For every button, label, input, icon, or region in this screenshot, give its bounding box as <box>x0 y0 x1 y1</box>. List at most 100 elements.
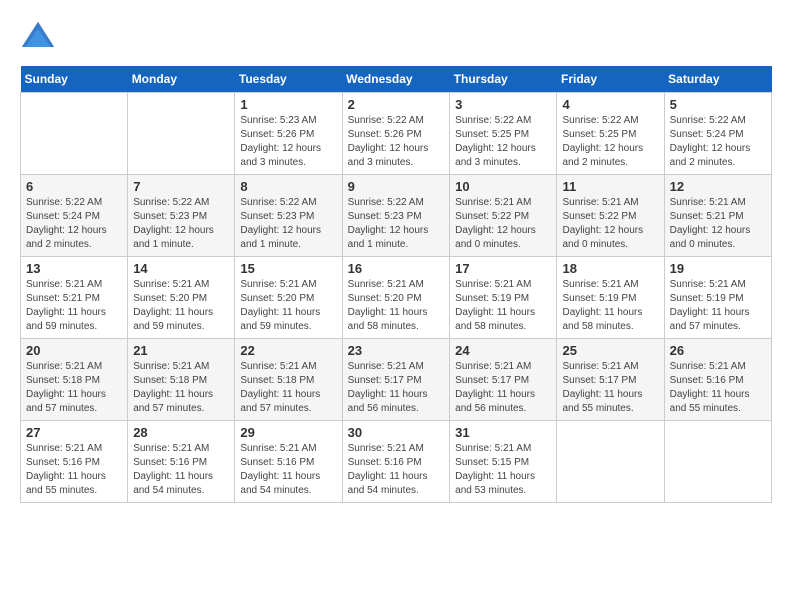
day-info: Sunrise: 5:21 AMSunset: 5:22 PMDaylight:… <box>455 196 551 252</box>
calendar-cell: 10Sunrise: 5:21 AMSunset: 5:22 PMDayligh… <box>450 175 557 257</box>
day-number: 30 <box>348 425 445 440</box>
day-info: Sunrise: 5:22 AMSunset: 5:25 PMDaylight:… <box>562 114 658 170</box>
calendar-cell: 7 Sunrise: 5:22 AMSunset: 5:23 PMDaylight… <box>128 175 235 257</box>
day-number: 25 <box>562 343 658 358</box>
calendar-cell: 13Sunrise: 5:21 AMSunset: 5:21 PMDayligh… <box>21 257 128 339</box>
calendar-table: SundayMondayTuesdayWednesdayThursdayFrid… <box>20 66 772 503</box>
calendar-cell: 21 Sunrise: 5:21 AMSunset: 5:18 PMDayligh… <box>128 339 235 421</box>
day-number: 14 <box>133 261 229 276</box>
day-info: Sunrise: 5:21 AMSunset: 5:18 PMDaylight:… <box>133 360 229 416</box>
day-info: Sunrise: 5:23 AMSunset: 5:26 PMDaylight:… <box>240 114 336 170</box>
calendar-cell <box>128 93 235 175</box>
weekday-header: Wednesday <box>342 66 450 93</box>
day-info: Sunrise: 5:22 AMSunset: 5:23 PMDaylight:… <box>133 196 229 252</box>
calendar-cell: 11Sunrise: 5:21 AMSunset: 5:22 PMDayligh… <box>557 175 664 257</box>
weekday-header: Thursday <box>450 66 557 93</box>
calendar-week-row: 27 Sunrise: 5:21 AMSunset: 5:16 PMDayligh… <box>21 421 772 503</box>
day-info: Sunrise: 5:21 AMSunset: 5:16 PMDaylight:… <box>240 442 336 498</box>
day-info: Sunrise: 5:21 AMSunset: 5:20 PMDaylight:… <box>240 278 336 334</box>
day-info: Sunrise: 5:21 AMSunset: 5:18 PMDaylight:… <box>26 360 122 416</box>
day-number: 22 <box>240 343 336 358</box>
day-number: 28 <box>133 425 229 440</box>
weekday-header-row: SundayMondayTuesdayWednesdayThursdayFrid… <box>21 66 772 93</box>
day-number: 23 <box>348 343 445 358</box>
calendar-cell: 31 Sunrise: 5:21 AMSunset: 5:15 PMDayligh… <box>450 421 557 503</box>
day-number: 2 <box>348 97 445 112</box>
day-number: 15 <box>240 261 336 276</box>
day-number: 31 <box>455 425 551 440</box>
day-number: 5 <box>670 97 766 112</box>
day-info: Sunrise: 5:21 AMSunset: 5:17 PMDaylight:… <box>348 360 445 416</box>
day-info: Sunrise: 5:21 AMSunset: 5:20 PMDaylight:… <box>133 278 229 334</box>
calendar-cell: 8 Sunrise: 5:22 AMSunset: 5:23 PMDaylight… <box>235 175 342 257</box>
day-number: 20 <box>26 343 122 358</box>
calendar-cell: 28 Sunrise: 5:21 AMSunset: 5:16 PMDayligh… <box>128 421 235 503</box>
day-number: 8 <box>240 179 336 194</box>
day-number: 17 <box>455 261 551 276</box>
day-info: Sunrise: 5:21 AMSunset: 5:16 PMDaylight:… <box>26 442 122 498</box>
calendar-cell: 14 Sunrise: 5:21 AMSunset: 5:20 PMDayligh… <box>128 257 235 339</box>
day-info: Sunrise: 5:21 AMSunset: 5:19 PMDaylight:… <box>670 278 766 334</box>
calendar-cell: 3Sunrise: 5:22 AMSunset: 5:25 PMDaylight… <box>450 93 557 175</box>
weekday-header: Monday <box>128 66 235 93</box>
calendar-cell: 9 Sunrise: 5:22 AMSunset: 5:23 PMDaylight… <box>342 175 450 257</box>
day-info: Sunrise: 5:22 AMSunset: 5:25 PMDaylight:… <box>455 114 551 170</box>
calendar-week-row: 20 Sunrise: 5:21 AMSunset: 5:18 PMDayligh… <box>21 339 772 421</box>
day-info: Sunrise: 5:21 AMSunset: 5:16 PMDaylight:… <box>133 442 229 498</box>
weekday-header: Saturday <box>664 66 771 93</box>
day-info: Sunrise: 5:22 AMSunset: 5:23 PMDaylight:… <box>348 196 445 252</box>
calendar-cell: 12Sunrise: 5:21 AMSunset: 5:21 PMDayligh… <box>664 175 771 257</box>
calendar-cell: 24Sunrise: 5:21 AMSunset: 5:17 PMDayligh… <box>450 339 557 421</box>
day-number: 11 <box>562 179 658 194</box>
calendar-cell: 30 Sunrise: 5:21 AMSunset: 5:16 PMDayligh… <box>342 421 450 503</box>
day-number: 16 <box>348 261 445 276</box>
calendar-cell: 4Sunrise: 5:22 AMSunset: 5:25 PMDaylight… <box>557 93 664 175</box>
calendar-cell: 16 Sunrise: 5:21 AMSunset: 5:20 PMDayligh… <box>342 257 450 339</box>
day-info: Sunrise: 5:22 AMSunset: 5:23 PMDaylight:… <box>240 196 336 252</box>
day-info: Sunrise: 5:21 AMSunset: 5:21 PMDaylight:… <box>670 196 766 252</box>
day-number: 21 <box>133 343 229 358</box>
day-number: 29 <box>240 425 336 440</box>
day-info: Sunrise: 5:21 AMSunset: 5:20 PMDaylight:… <box>348 278 445 334</box>
day-info: Sunrise: 5:22 AMSunset: 5:24 PMDaylight:… <box>26 196 122 252</box>
calendar-cell: 25Sunrise: 5:21 AMSunset: 5:17 PMDayligh… <box>557 339 664 421</box>
calendar-cell: 6 Sunrise: 5:22 AMSunset: 5:24 PMDaylight… <box>21 175 128 257</box>
calendar-cell <box>664 421 771 503</box>
calendar-cell: 26 Sunrise: 5:21 AMSunset: 5:16 PMDayligh… <box>664 339 771 421</box>
calendar-cell: 22 Sunrise: 5:21 AMSunset: 5:18 PMDayligh… <box>235 339 342 421</box>
day-info: Sunrise: 5:21 AMSunset: 5:19 PMDaylight:… <box>562 278 658 334</box>
calendar-cell <box>557 421 664 503</box>
day-info: Sunrise: 5:22 AMSunset: 5:26 PMDaylight:… <box>348 114 445 170</box>
weekday-header: Sunday <box>21 66 128 93</box>
day-info: Sunrise: 5:21 AMSunset: 5:18 PMDaylight:… <box>240 360 336 416</box>
day-info: Sunrise: 5:21 AMSunset: 5:16 PMDaylight:… <box>670 360 766 416</box>
calendar-cell: 19 Sunrise: 5:21 AMSunset: 5:19 PMDayligh… <box>664 257 771 339</box>
calendar-cell: 5 Sunrise: 5:22 AMSunset: 5:24 PMDaylight… <box>664 93 771 175</box>
day-number: 13 <box>26 261 122 276</box>
calendar-cell: 20 Sunrise: 5:21 AMSunset: 5:18 PMDayligh… <box>21 339 128 421</box>
calendar-week-row: 13Sunrise: 5:21 AMSunset: 5:21 PMDayligh… <box>21 257 772 339</box>
day-number: 1 <box>240 97 336 112</box>
day-number: 7 <box>133 179 229 194</box>
day-number: 18 <box>562 261 658 276</box>
calendar-cell: 23 Sunrise: 5:21 AMSunset: 5:17 PMDayligh… <box>342 339 450 421</box>
day-number: 26 <box>670 343 766 358</box>
logo <box>20 20 62 56</box>
day-info: Sunrise: 5:22 AMSunset: 5:24 PMDaylight:… <box>670 114 766 170</box>
day-info: Sunrise: 5:21 AMSunset: 5:15 PMDaylight:… <box>455 442 551 498</box>
calendar-cell: 27 Sunrise: 5:21 AMSunset: 5:16 PMDayligh… <box>21 421 128 503</box>
page-header <box>20 20 772 56</box>
weekday-header: Friday <box>557 66 664 93</box>
day-info: Sunrise: 5:21 AMSunset: 5:17 PMDaylight:… <box>455 360 551 416</box>
day-info: Sunrise: 5:21 AMSunset: 5:19 PMDaylight:… <box>455 278 551 334</box>
day-number: 27 <box>26 425 122 440</box>
day-number: 6 <box>26 179 122 194</box>
calendar-cell <box>21 93 128 175</box>
day-info: Sunrise: 5:21 AMSunset: 5:16 PMDaylight:… <box>348 442 445 498</box>
calendar-cell: 29 Sunrise: 5:21 AMSunset: 5:16 PMDayligh… <box>235 421 342 503</box>
day-number: 9 <box>348 179 445 194</box>
calendar-cell: 1 Sunrise: 5:23 AMSunset: 5:26 PMDaylight… <box>235 93 342 175</box>
calendar-week-row: 1 Sunrise: 5:23 AMSunset: 5:26 PMDaylight… <box>21 93 772 175</box>
calendar-cell: 2 Sunrise: 5:22 AMSunset: 5:26 PMDaylight… <box>342 93 450 175</box>
day-number: 19 <box>670 261 766 276</box>
